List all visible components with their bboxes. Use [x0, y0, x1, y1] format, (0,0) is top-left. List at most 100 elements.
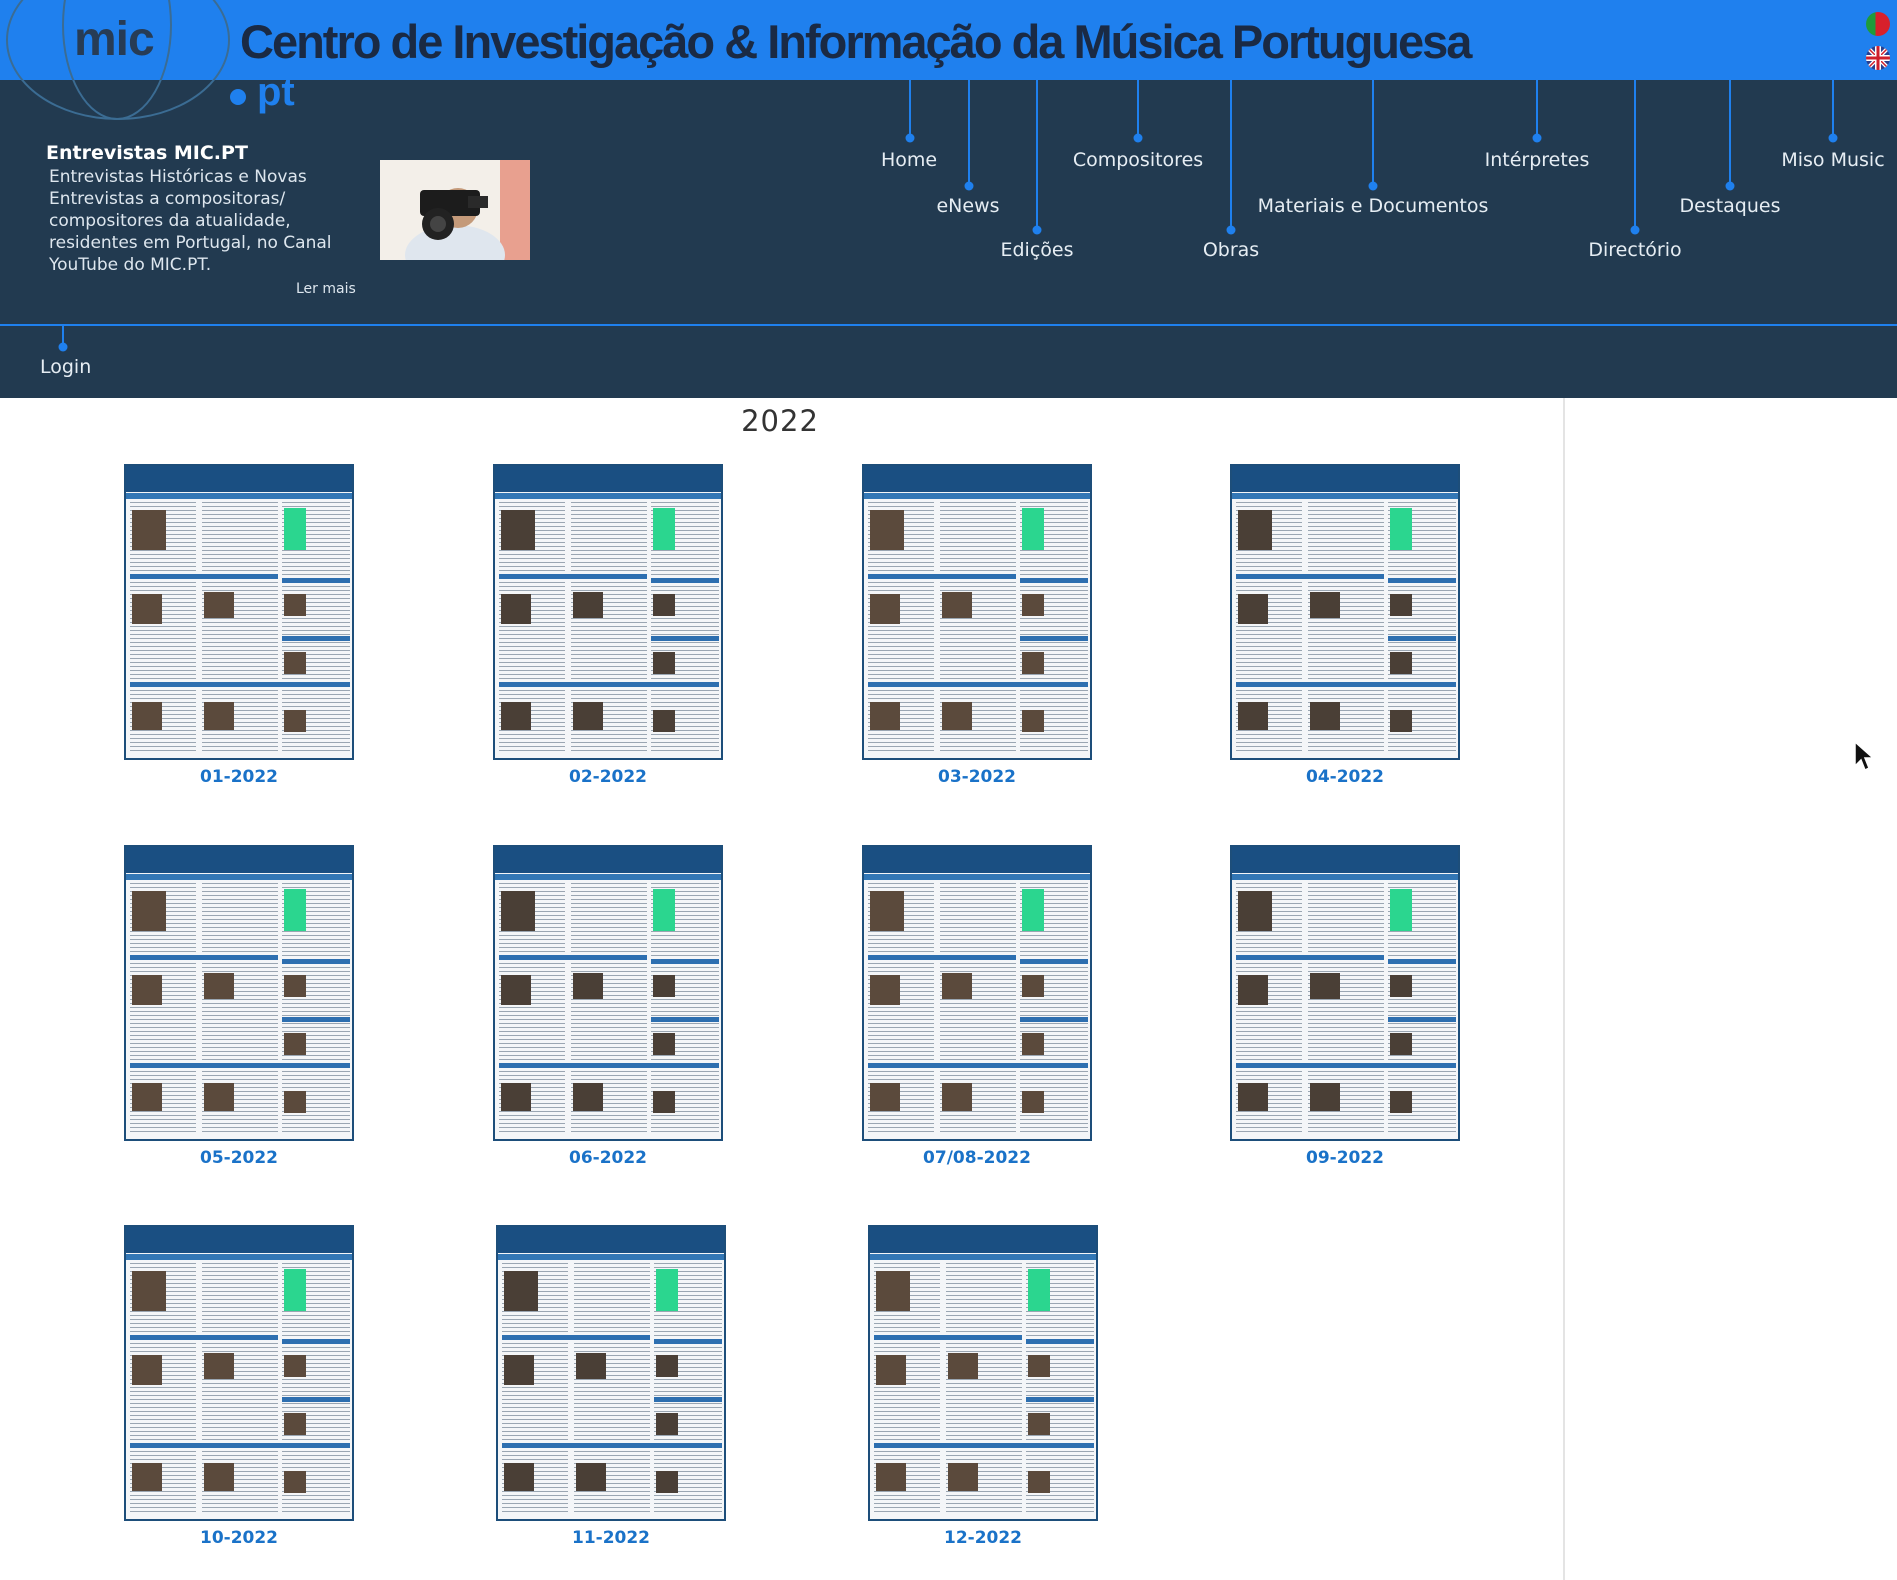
cover-photo: [656, 1471, 678, 1493]
nav-miso-music[interactable]: Miso Music: [1781, 149, 1884, 171]
cover-section-bar: [874, 1443, 1094, 1448]
cover-photo: [284, 710, 306, 732]
newsletter-label-link[interactable]: 02-2022: [493, 767, 723, 787]
cover-subheader-band: [126, 493, 352, 499]
nav-compositores[interactable]: Compositores: [1073, 149, 1203, 171]
cover-section-bar: [1388, 636, 1456, 641]
cover-photo: [876, 1355, 906, 1385]
cover-section-bar: [1388, 959, 1456, 964]
cover-photo: [653, 975, 675, 997]
cover-section-bar: [1236, 574, 1384, 579]
cover-header-band: [495, 466, 721, 492]
newsletter-cover-thumbnail[interactable]: [493, 464, 723, 760]
cover-photo: [870, 1083, 900, 1111]
nav-obras[interactable]: Obras: [1203, 239, 1259, 261]
cover-green-badge: [1390, 508, 1412, 550]
cover-photo: [284, 652, 306, 674]
nav-pin-line: [909, 80, 911, 138]
newsletter-label-link[interactable]: 05-2022: [124, 1148, 354, 1168]
cover-photo: [942, 1083, 972, 1111]
cover-header-band: [498, 1227, 724, 1253]
newsletter-label-link[interactable]: 11-2022: [496, 1528, 726, 1548]
cover-photo: [573, 702, 603, 730]
read-more-link[interactable]: Ler mais: [296, 281, 356, 297]
promo-image[interactable]: [380, 160, 530, 260]
flag-uk-icon[interactable]: [1866, 46, 1890, 70]
newsletter-label-link[interactable]: 04-2022: [1230, 767, 1460, 787]
nav-home[interactable]: Home: [881, 149, 937, 171]
cover-photo: [948, 1353, 978, 1379]
cover-photo: [204, 1083, 234, 1111]
cover-photo: [132, 1463, 162, 1491]
nav-pin-line: [1832, 80, 1834, 138]
cover-section-bar: [1236, 682, 1456, 687]
cover-photo: [876, 1271, 910, 1311]
cover-section-bar: [651, 959, 719, 964]
cover-photo: [576, 1463, 606, 1491]
newsletter-cover-thumbnail[interactable]: [862, 845, 1092, 1141]
nav-pin-line: [1036, 80, 1038, 228]
cover-subheader-band: [870, 1254, 1096, 1260]
cover-subheader-band: [864, 493, 1090, 499]
nav-enews[interactable]: eNews: [936, 195, 999, 217]
cover-photo: [870, 702, 900, 730]
nav-directorio[interactable]: Directório: [1588, 239, 1681, 261]
mouse-cursor-icon: [1854, 740, 1875, 772]
newsletter-cover-thumbnail[interactable]: [124, 464, 354, 760]
cover-photo: [501, 1083, 531, 1111]
cover-section-bar: [1388, 578, 1456, 583]
nav-destaques[interactable]: Destaques: [1679, 195, 1780, 217]
cover-photo: [284, 1033, 306, 1055]
cover-green-badge: [653, 508, 675, 550]
cover-section-bar: [130, 1335, 278, 1340]
newsletter-cover-thumbnail[interactable]: [496, 1225, 726, 1521]
cover-section-bar: [651, 1017, 719, 1022]
cover-section-bar: [502, 1443, 722, 1448]
cover-photo: [1028, 1413, 1050, 1435]
cover-photo: [204, 1353, 234, 1379]
cover-section-bar: [1020, 959, 1088, 964]
cover-subheader-band: [1232, 874, 1458, 880]
nav-interpretes[interactable]: Intérpretes: [1485, 149, 1590, 171]
cover-green-badge: [653, 889, 675, 931]
cover-section-bar: [868, 682, 1088, 687]
cover-section-bar: [130, 955, 278, 960]
nav-pin-dot: [964, 181, 974, 191]
newsletter-cover-thumbnail[interactable]: [1230, 464, 1460, 760]
newsletter-label-link[interactable]: 07/08-2022: [862, 1148, 1092, 1168]
cover-photo: [132, 594, 162, 624]
cover-header-band: [864, 466, 1090, 492]
newsletter-cover-thumbnail[interactable]: [862, 464, 1092, 760]
newsletter-label-link[interactable]: 01-2022: [124, 767, 354, 787]
logo-text: mic: [74, 13, 155, 66]
nav-pin-dot: [1630, 225, 1640, 235]
cover-photo: [132, 1083, 162, 1111]
cover-photo: [132, 1271, 166, 1311]
cover-section-bar: [1026, 1397, 1094, 1402]
newsletter-label-link[interactable]: 03-2022: [862, 767, 1092, 787]
newsletter-label-link[interactable]: 09-2022: [1230, 1148, 1460, 1168]
cover-photo: [1022, 594, 1044, 616]
cover-green-badge: [1022, 889, 1044, 931]
nav-pin-dot: [1532, 133, 1542, 143]
nav-edicoes[interactable]: Edições: [1000, 239, 1073, 261]
cover-section-bar: [499, 682, 719, 687]
newsletter-cover-thumbnail[interactable]: [493, 845, 723, 1141]
flag-portugal-icon[interactable]: [1866, 12, 1890, 36]
cover-section-bar: [868, 955, 1016, 960]
newsletter-cover-thumbnail[interactable]: [1230, 845, 1460, 1141]
newsletter-label-link[interactable]: 10-2022: [124, 1528, 354, 1548]
cover-photo: [1238, 891, 1272, 931]
login-link[interactable]: Login: [40, 356, 91, 378]
nav-pin-dot: [1368, 181, 1378, 191]
newsletter-cover-thumbnail[interactable]: [868, 1225, 1098, 1521]
newsletter-cover-thumbnail[interactable]: [124, 1225, 354, 1521]
nav-materiais[interactable]: Materiais e Documentos: [1258, 195, 1489, 217]
site-logo[interactable]: mic pt: [0, 0, 300, 130]
newsletter-label-link[interactable]: 12-2022: [868, 1528, 1098, 1548]
newsletter-cover-thumbnail[interactable]: [124, 845, 354, 1141]
cover-subheader-band: [495, 493, 721, 499]
cover-section-bar: [1020, 578, 1088, 583]
cover-photo: [870, 510, 904, 550]
newsletter-label-link[interactable]: 06-2022: [493, 1148, 723, 1168]
